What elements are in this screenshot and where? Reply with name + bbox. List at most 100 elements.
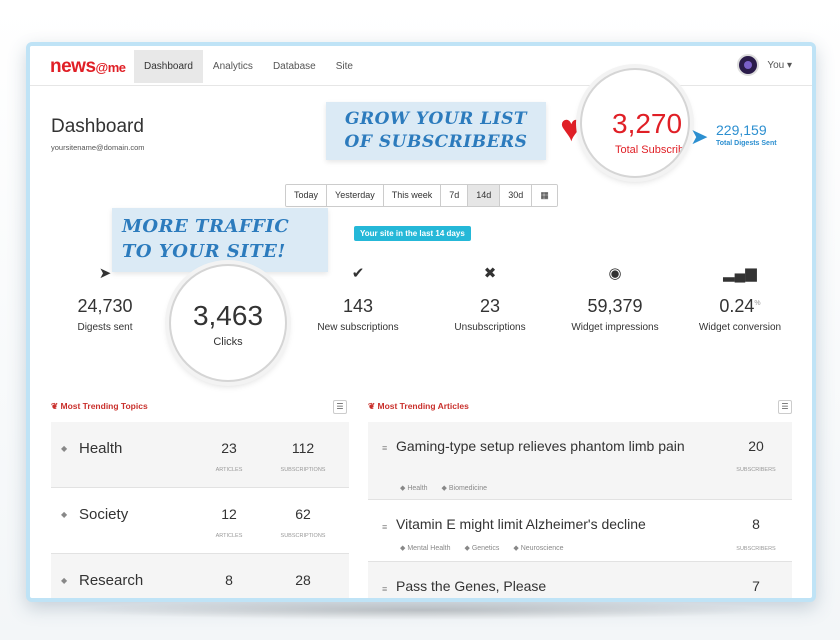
top-navbar: news@me Dashboard Analytics Database Sit…: [30, 46, 812, 86]
topic-name: Research: [79, 572, 144, 589]
topic-subscriptions-count: 62: [295, 506, 311, 522]
stat-new-subscriptions: ✔ 143 New subscriptions: [308, 264, 408, 333]
logo-main: news: [50, 56, 96, 77]
heart-icon: ♥: [560, 108, 583, 150]
signal-bars-icon: ▂▄▆: [723, 265, 757, 282]
range-yesterday[interactable]: Yesterday: [327, 185, 384, 206]
clicks-badge: 3,463 Clicks: [169, 264, 287, 382]
article-row[interactable]: ≡ Pass the Genes, Please 7: [368, 562, 792, 598]
article-icon: ≡: [382, 522, 388, 532]
user-menu-label: You ▾: [767, 59, 792, 71]
period-badge: Your site in the last 14 days: [354, 226, 471, 241]
stat-unsubs-label: Unsubscriptions: [454, 322, 526, 333]
stage: news@me Dashboard Analytics Database Sit…: [0, 0, 840, 640]
nav-database[interactable]: Database: [263, 50, 326, 83]
close-icon: ✖: [483, 265, 497, 282]
stat-conversion-label: Widget conversion: [698, 322, 782, 333]
article-icon: ≡: [382, 584, 388, 594]
calendar-icon[interactable]: ▦: [532, 185, 557, 206]
topic-subscriptions-label: SUBSCRIPTIONS: [280, 467, 326, 473]
conversion-unit: %: [754, 300, 761, 307]
subscribers-label: Total Subscribers: [615, 144, 690, 156]
tag-label[interactable]: ◆ Health: [400, 485, 434, 492]
article-tags: ◆ Mental Health ◆ Genetics ◆ Neuroscienc…: [400, 544, 576, 552]
topic-row[interactable]: ◆ Research 8 28: [51, 554, 349, 598]
topic-name: Health: [79, 440, 123, 457]
tag-label[interactable]: ◆ Biomedicine: [442, 485, 493, 492]
logo[interactable]: news@me: [50, 56, 126, 78]
nav-site[interactable]: Site: [326, 50, 363, 83]
stat-clicks-label: Clicks: [213, 336, 243, 348]
range-14d[interactable]: 14d: [468, 185, 501, 206]
stat-digests-label: Digests sent: [77, 322, 133, 333]
page-title: Dashboard: [51, 116, 144, 137]
article-tags: ◆ Health ◆ Biomedicine: [400, 484, 499, 492]
topic-name: Society: [79, 506, 129, 523]
article-subscribers-label: SUBSCRIBERS: [736, 467, 776, 473]
avatar: [737, 54, 760, 76]
nav-dashboard[interactable]: Dashboard: [134, 50, 203, 83]
nav-analytics[interactable]: Analytics: [203, 50, 263, 83]
topic-row[interactable]: ◆ Health 23 ARTICLES 112 SUBSCRIPTIONS: [51, 422, 349, 488]
stat-new-subs-label: New subscriptions: [317, 322, 399, 333]
article-subscribers-label: SUBSCRIBERS: [736, 546, 776, 552]
total-digests-label: Total Digests Sent: [716, 140, 777, 147]
topic-articles-label: ARTICLES: [215, 533, 243, 539]
topic-subscriptions-label: SUBSCRIPTIONS: [280, 533, 326, 539]
tag-label[interactable]: ◆ Neuroscience: [513, 545, 569, 552]
article-subscriber-count: 8: [752, 516, 760, 532]
total-digests-value: 229,159: [716, 122, 767, 138]
article-row[interactable]: ≡ Gaming-type setup relieves phantom lim…: [368, 422, 792, 500]
callout-grow-subscribers: Grow your list of subscribers: [326, 102, 546, 160]
tag-text: Health: [407, 485, 428, 492]
stat-digests: ➤ 24,730 Digests sent: [60, 264, 150, 333]
tag-icon: ◆: [61, 444, 68, 453]
range-30d[interactable]: 30d: [500, 185, 533, 206]
trending-topics-title: Most Trending Topics: [60, 401, 148, 411]
topic-articles-count: 8: [225, 572, 233, 588]
article-row[interactable]: ≡ Vitamin E might limit Alzheimer's decl…: [368, 500, 792, 562]
range-7d[interactable]: 7d: [441, 185, 469, 206]
nav-menu: Dashboard Analytics Database Site: [134, 50, 363, 83]
user-menu[interactable]: You ▾: [737, 54, 792, 76]
tag-text: Genetics: [471, 545, 500, 552]
article-title[interactable]: Gaming-type setup relieves phantom limb …: [396, 438, 706, 455]
tag-text: Biomedicine: [448, 485, 487, 492]
stat-impressions-label: Widget impressions: [571, 322, 659, 333]
trending-articles-list: ≡ Gaming-type setup relieves phantom lim…: [368, 422, 792, 598]
topic-row[interactable]: ◆ Society 12 ARTICLES 62 SUBSCRIPTIONS: [51, 488, 349, 554]
subscribers-value: 3,270: [612, 108, 683, 139]
tag-text: Mental Health: [407, 545, 451, 552]
stat-digests-value: 24,730: [77, 296, 133, 316]
paper-plane-icon: ➤: [98, 265, 112, 282]
article-icon: ≡: [382, 443, 388, 453]
stat-unsubscriptions: ✖ 23 Unsubscriptions: [440, 264, 540, 333]
article-title[interactable]: Pass the Genes, Please: [396, 578, 706, 595]
check-icon: ✔: [351, 265, 365, 282]
subscribers-badge: 3,270 Total Subscribers: [580, 68, 690, 178]
stat-clicks-value: 3,463: [192, 300, 264, 331]
topic-articles-label: ARTICLES: [215, 467, 243, 473]
trending-topics-heading: ❦ Most Trending Topics: [51, 401, 148, 411]
range-today[interactable]: Today: [286, 185, 328, 206]
topic-articles-count: 12: [221, 506, 237, 522]
conversion-number: 0.24: [719, 296, 755, 316]
eye-icon: ◉: [608, 265, 622, 282]
article-title[interactable]: Vitamin E might limit Alzheimer's declin…: [396, 516, 706, 533]
tag-label[interactable]: ◆ Genetics: [464, 545, 505, 552]
trending-articles-heading: ❦ Most Trending Articles: [368, 401, 469, 411]
tag-text: Neuroscience: [520, 545, 564, 552]
stat-widget-impressions: ◉ 59,379 Widget impressions: [558, 264, 672, 333]
articles-list-button[interactable]: ☰: [778, 400, 792, 414]
frame-shadow: [70, 600, 770, 620]
tag-label[interactable]: ◆ Mental Health: [400, 545, 457, 552]
logo-at: @me: [95, 60, 126, 75]
article-subscriber-count: 20: [748, 438, 764, 454]
stat-conversion-value: 0.24%: [690, 296, 790, 317]
tag-icon: ◆: [61, 576, 68, 585]
article-subscriber-count: 7: [752, 578, 760, 594]
topics-list-button[interactable]: ☰: [333, 400, 347, 414]
browser-frame: news@me Dashboard Analytics Database Sit…: [26, 42, 816, 602]
stat-new-subs-value: 143: [342, 296, 374, 316]
range-this-week[interactable]: This week: [383, 185, 442, 206]
